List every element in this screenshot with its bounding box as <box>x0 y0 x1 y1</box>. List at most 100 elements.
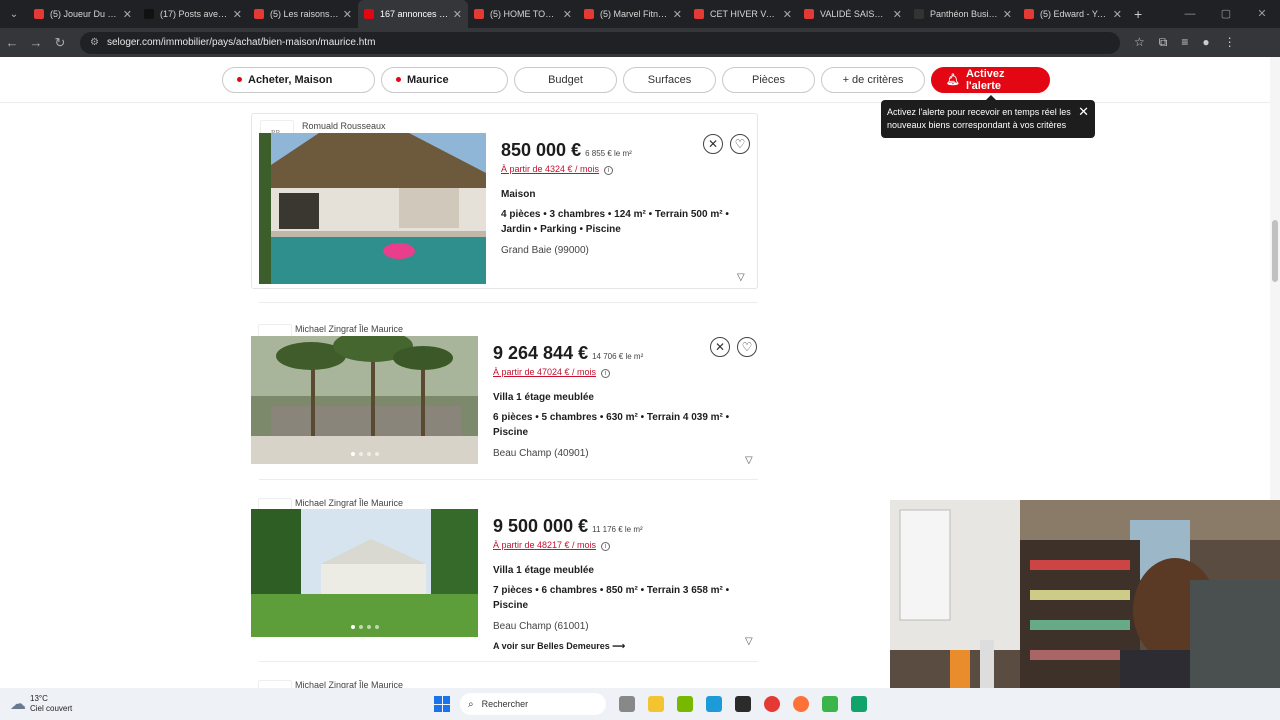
youtube-icon <box>694 9 704 19</box>
tab[interactable]: (5) Marvel Fitness ✕ <box>578 0 688 28</box>
firefox-icon[interactable] <box>793 696 809 712</box>
tab-title: (5) Les raisons du <box>270 9 339 19</box>
site-info-icon[interactable]: ⚙ <box>90 37 99 48</box>
hide-listing-button[interactable]: ✕ <box>710 337 730 357</box>
villa-palms-photo <box>251 336 478 464</box>
price-per-m2: 14 706 € le m² <box>592 352 644 361</box>
listing-photo[interactable] <box>251 336 478 464</box>
chevron-down-icon[interactable]: ▽ <box>737 272 745 283</box>
close-window-icon[interactable]: ✕ <box>1244 0 1280 28</box>
property-location: Beau Champ (40901) <box>493 448 589 459</box>
youtube-icon <box>1024 9 1034 19</box>
activate-alert-button[interactable]: 🔔︎ Activez l'alerte <box>931 66 1050 93</box>
scrollbar-thumb[interactable] <box>1272 220 1278 282</box>
more-criteria-button[interactable]: + de critères <box>821 66 925 93</box>
info-icon[interactable]: i <box>604 166 614 175</box>
tab-search-icon[interactable]: ⌄ <box>0 0 28 28</box>
chevron-down-icon[interactable]: ▽ <box>745 636 753 647</box>
tab[interactable]: (5) Joueur Du Grenier ✕ <box>28 0 138 28</box>
listing-card[interactable]: RR Romuald Rousseaux 850 000 €6 855 € le… <box>251 113 758 289</box>
property-location: Grand Baie (99000) <box>501 245 589 256</box>
close-icon[interactable]: ✕ <box>1113 8 1122 21</box>
tab[interactable]: (5) Les raisons du ✕ <box>248 0 358 28</box>
monthly-label: À partir de 47024 € / mois <box>493 367 597 377</box>
location-filter[interactable]: Maurice <box>381 66 508 93</box>
back-icon[interactable]: ← <box>0 35 24 50</box>
weather-widget[interactable]: ☁ 13°C Ciel couvert <box>10 694 410 714</box>
surfaces-filter[interactable]: Surfaces <box>623 66 716 93</box>
listing-card[interactable]: Michael Zingraf Île Maurice 9 500 000 €1… <box>251 495 758 655</box>
media-icon[interactable]: ≡ <box>1181 35 1188 50</box>
maximize-icon[interactable]: ▢ <box>1208 0 1244 28</box>
file-explorer-icon[interactable] <box>648 696 664 712</box>
tab[interactable]: (5) Edward - YouTube ✕ <box>1018 0 1128 28</box>
monthly-link[interactable]: À partir de 4324 € / mois i <box>501 164 756 175</box>
url-field[interactable]: ⚙ seloger.com/immobilier/pays/achat/bien… <box>80 31 1120 54</box>
close-icon[interactable]: ✕ <box>123 8 132 21</box>
chevron-down-icon[interactable]: ▽ <box>745 455 753 466</box>
taskbar-search[interactable]: ⌕ Rechercher <box>460 693 606 715</box>
tab[interactable]: VALIDÉ SAISON 3 ✕ <box>798 0 908 28</box>
close-icon[interactable]: ✕ <box>233 8 242 21</box>
monthly-link[interactable]: À partir de 48217 € / mois i <box>493 540 748 551</box>
surfaces-filter-label: Surfaces <box>647 73 692 86</box>
search-icon: ⌕ <box>468 698 474 710</box>
monthly-label: À partir de 48217 € / mois <box>493 540 597 550</box>
info-icon[interactable]: i <box>601 542 611 551</box>
search-label: Rechercher <box>481 699 529 709</box>
store-icon[interactable] <box>735 696 751 712</box>
favorite-button[interactable]: ♡ <box>737 337 757 357</box>
close-icon[interactable]: ✕ <box>1078 105 1089 118</box>
listing-card[interactable]: Michael Zingraf Île Maurice <box>251 677 758 688</box>
tab[interactable]: CET HIVER VA CH ✕ <box>688 0 798 28</box>
hide-listing-button[interactable]: ✕ <box>703 134 723 154</box>
nvidia-icon[interactable] <box>677 696 693 712</box>
transaction-filter[interactable]: Acheter, Maison <box>222 66 375 93</box>
reload-icon[interactable]: ↻ <box>48 35 72 51</box>
tab-title: (17) Posts avec réponses <box>160 9 229 19</box>
webcam-feed <box>890 500 1280 720</box>
budget-filter[interactable]: Budget <box>514 66 617 93</box>
tab[interactable]: Panthéon Business ✕ <box>908 0 1018 28</box>
whatsapp-icon[interactable] <box>822 696 838 712</box>
minimize-icon[interactable]: — <box>1172 0 1208 28</box>
listing-photo[interactable] <box>259 133 486 284</box>
tab-active[interactable]: 167 annonces de ✕ <box>358 0 468 28</box>
bell-icon: 🔔︎ <box>946 74 960 86</box>
close-icon[interactable]: ✕ <box>343 8 352 21</box>
monthly-link[interactable]: À partir de 47024 € / mois i <box>493 367 748 378</box>
rooms-filter[interactable]: Pièces <box>722 66 815 93</box>
forward-icon[interactable]: → <box>24 35 48 50</box>
close-icon[interactable]: ✕ <box>673 8 682 21</box>
listing-photo[interactable] <box>251 509 478 637</box>
toolbar-icons: ☆ ⧉ ≡ ● ⋮ <box>1134 35 1236 50</box>
youtube-icon <box>584 9 594 19</box>
profile-icon[interactable]: ● <box>1202 35 1209 50</box>
tab-title: (5) HOME TOUR : <box>490 9 559 19</box>
chrome-icon[interactable] <box>764 696 780 712</box>
edge-icon[interactable] <box>706 696 722 712</box>
belles-demeures-link[interactable]: A voir sur Belles Demeures ⟶ <box>493 641 748 652</box>
task-view-icon[interactable] <box>619 696 635 712</box>
favorite-button[interactable]: ♡ <box>730 134 750 154</box>
close-icon[interactable]: ✕ <box>563 8 572 21</box>
app-icon[interactable] <box>851 696 867 712</box>
start-button[interactable] <box>434 696 450 712</box>
close-icon[interactable]: ✕ <box>453 8 462 21</box>
filter-bar: Acheter, Maison Maurice Budget Surfaces … <box>0 57 1280 103</box>
close-icon[interactable]: ✕ <box>1003 8 1012 21</box>
listing-card[interactable]: Michael Zingraf Île Maurice 9 264 844 €1… <box>251 321 758 471</box>
tab[interactable]: (5) HOME TOUR : ✕ <box>468 0 578 28</box>
extensions-icon[interactable]: ⧉ <box>1159 35 1168 50</box>
bookmark-star-icon[interactable]: ☆ <box>1134 35 1145 50</box>
youtube-icon <box>34 9 44 19</box>
menu-icon[interactable]: ⋮ <box>1224 35 1236 50</box>
tab[interactable]: (17) Posts avec réponses ✕ <box>138 0 248 28</box>
new-tab-button[interactable]: + <box>1134 6 1142 22</box>
transaction-filter-label: Acheter, Maison <box>248 73 333 86</box>
info-icon[interactable]: i <box>601 369 611 378</box>
close-icon[interactable]: ✕ <box>893 8 902 21</box>
close-icon[interactable]: ✕ <box>783 8 792 21</box>
monthly-label: À partir de 4324 € / mois <box>501 164 600 174</box>
listing-info: 850 000 €6 855 € le m² À partir de 4324 … <box>501 140 756 256</box>
